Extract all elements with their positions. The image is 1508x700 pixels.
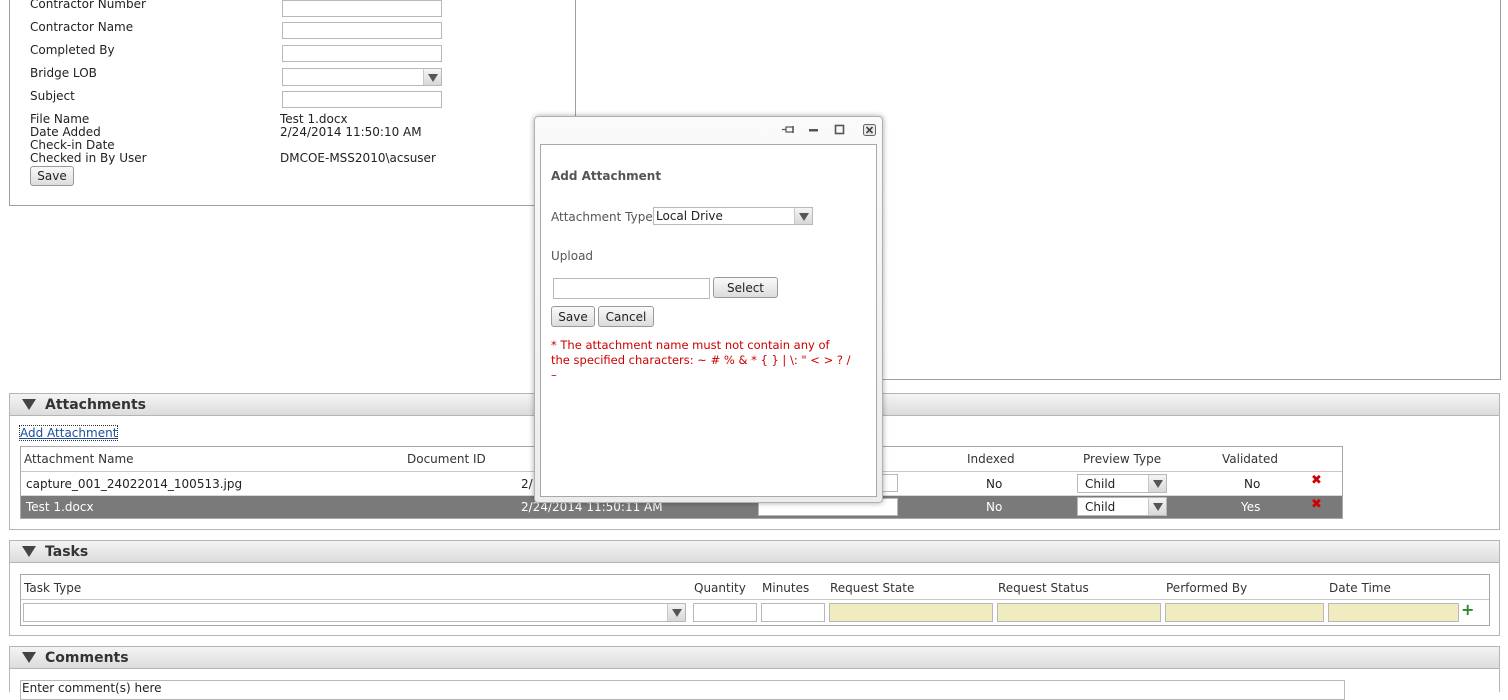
- col-request-state[interactable]: Request State: [830, 581, 914, 595]
- contractor-name-label: Contractor Name: [30, 20, 134, 34]
- subject-label: Subject: [30, 89, 75, 103]
- chevron-down-icon[interactable]: [794, 208, 812, 224]
- comments-title: Comments: [45, 650, 129, 666]
- dialog-heading: Add Attachment: [551, 169, 662, 183]
- col-validated[interactable]: Validated: [1222, 452, 1278, 466]
- file-name-value: Test 1.docx: [280, 112, 348, 126]
- comments-placeholder: Enter comment(s) here: [22, 681, 162, 695]
- attachment-name-cell: capture_001_24022014_100513.jpg: [26, 477, 243, 491]
- subject-input[interactable]: [282, 91, 442, 108]
- tasks-header[interactable]: Tasks: [9, 540, 1500, 563]
- maximize-icon[interactable]: [834, 124, 845, 135]
- attachment-date-cell: 2/: [521, 477, 533, 491]
- col-minutes[interactable]: Minutes: [762, 581, 809, 595]
- tasks-title: Tasks: [45, 544, 89, 560]
- select-file-button[interactable]: Select: [713, 277, 778, 298]
- request-status-field: [997, 603, 1161, 622]
- col-preview-type[interactable]: Preview Type: [1083, 452, 1161, 466]
- date-added-label: Date Added: [30, 125, 101, 139]
- request-state-field: [829, 603, 993, 622]
- contractor-number-label: Contractor Number: [30, 0, 146, 11]
- indexed-cell: No: [986, 500, 1003, 514]
- dialog-cancel-button[interactable]: Cancel: [598, 306, 654, 327]
- attachment-type-label: Attachment Type: [551, 210, 653, 224]
- attachment-type-value: Local Drive: [656, 209, 723, 223]
- preview-type-value: Child: [1085, 477, 1116, 491]
- col-performed-by[interactable]: Performed By: [1166, 581, 1247, 595]
- chevron-down-icon[interactable]: [1148, 498, 1166, 515]
- quantity-input[interactable]: [693, 603, 757, 622]
- attachment-name-cell: Test 1.docx: [26, 500, 94, 514]
- delete-icon[interactable]: ✖: [1311, 497, 1322, 512]
- chevron-down-icon[interactable]: [423, 69, 441, 85]
- check-in-date-label: Check-in Date: [30, 138, 115, 152]
- validated-cell: Yes: [1241, 500, 1261, 514]
- add-attachment-link[interactable]: Add Attachment: [18, 425, 119, 441]
- preview-type-dropdown[interactable]: Child: [1077, 497, 1167, 516]
- dialog-save-button[interactable]: Save: [551, 306, 595, 327]
- tasks-grid-header-divider: [21, 599, 1489, 600]
- comments-header[interactable]: Comments: [9, 646, 1500, 669]
- validated-cell: No: [1244, 477, 1261, 491]
- chevron-down-icon[interactable]: [667, 604, 685, 621]
- comments-textarea[interactable]: Enter comment(s) here: [20, 680, 1345, 700]
- preview-type-dropdown[interactable]: Child: [1077, 474, 1167, 493]
- attachments-title: Attachments: [45, 397, 147, 413]
- preview-type-value: Child: [1085, 500, 1116, 514]
- contractor-number-input[interactable]: [282, 0, 442, 17]
- bridge-lob-label: Bridge LOB: [30, 66, 97, 80]
- attachment-name-warning: * The attachment name must not contain a…: [551, 338, 851, 382]
- collapse-triangle-icon[interactable]: [22, 546, 36, 557]
- close-icon[interactable]: [863, 124, 876, 136]
- completed-by-input[interactable]: [282, 45, 442, 62]
- col-attachment-name[interactable]: Attachment Name: [24, 452, 134, 466]
- bridge-lob-dropdown[interactable]: [282, 68, 442, 86]
- col-date-time[interactable]: Date Time: [1329, 581, 1391, 595]
- date-time-field: [1328, 603, 1459, 622]
- attachment-type-dropdown[interactable]: Local Drive: [653, 207, 813, 225]
- completed-by-label: Completed By: [30, 43, 115, 57]
- indexed-cell: No: [986, 477, 1003, 491]
- checked-in-by-label: Checked in By User: [30, 151, 147, 165]
- col-request-status[interactable]: Request Status: [998, 581, 1089, 595]
- checked-in-by-value: DMCOE-MSS2010\acsuser: [280, 151, 436, 165]
- col-quantity[interactable]: Quantity: [694, 581, 746, 595]
- performed-by-field: [1165, 603, 1324, 622]
- file-name-label: File Name: [30, 112, 90, 126]
- upload-file-input[interactable]: [553, 278, 710, 299]
- chevron-down-icon[interactable]: [1148, 475, 1166, 492]
- form-save-button[interactable]: Save: [30, 166, 74, 186]
- upload-label: Upload: [551, 249, 594, 263]
- col-task-type[interactable]: Task Type: [24, 581, 81, 595]
- minutes-input[interactable]: [761, 603, 825, 622]
- minimize-icon[interactable]: [808, 125, 819, 135]
- pin-icon[interactable]: [782, 125, 795, 135]
- collapse-triangle-icon[interactable]: [22, 652, 36, 663]
- collapse-triangle-icon[interactable]: [22, 399, 36, 410]
- col-document-id[interactable]: Document ID: [407, 452, 486, 466]
- date-added-value: 2/24/2014 11:50:10 AM: [280, 125, 422, 139]
- delete-icon[interactable]: ✖: [1311, 473, 1322, 488]
- add-task-plus-icon[interactable]: +: [1461, 600, 1474, 619]
- task-type-dropdown[interactable]: [23, 603, 686, 622]
- contractor-name-input[interactable]: [282, 22, 442, 39]
- col-indexed[interactable]: Indexed: [967, 452, 1015, 466]
